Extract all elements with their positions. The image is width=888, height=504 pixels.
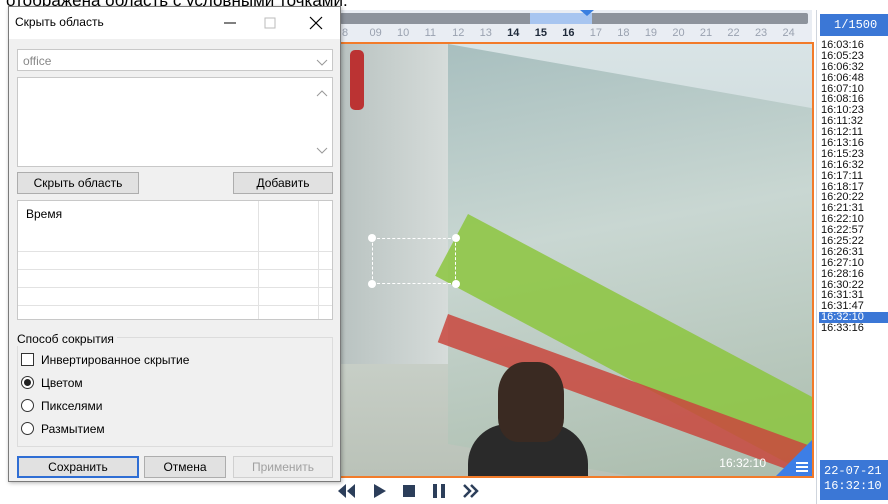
minimize-icon[interactable] [210, 7, 250, 39]
timeline-hour-label: 11 [424, 27, 436, 39]
timeline-hour-label: 15 [534, 27, 547, 39]
timestamp-item[interactable]: 16:06:48 [819, 72, 888, 84]
timeline-hour-label: 12 [452, 27, 465, 39]
scroll-up-icon[interactable] [316, 86, 328, 100]
roi-handle-bottom-right[interactable] [452, 280, 460, 288]
playback-controls [336, 478, 816, 504]
current-time: 16:32:10 [824, 479, 882, 493]
zone-select-value: office [23, 54, 52, 68]
timeline[interactable]: 8 09 10 11 12 13 14 15 16 17 18 19 20 21 22 23 24 [340, 10, 812, 42]
chevron-down-icon[interactable] [316, 56, 328, 70]
inverted-label: Инвертированное скрытие [41, 353, 190, 367]
timestamp-item[interactable]: 16:33:16 [819, 323, 888, 334]
stop-icon[interactable] [398, 482, 420, 500]
event-panel: 1/1500 16:03:16 16:05:23 16:06:32 16:06:48 1… [816, 10, 888, 504]
pause-icon[interactable] [428, 482, 450, 500]
radio-pixels-label: Пикселями [41, 399, 103, 413]
timeline-position-marker[interactable] [580, 10, 594, 16]
video-timestamp: 16:32:10 [719, 456, 766, 470]
dialog-title: Скрыть область [15, 15, 104, 29]
timeline-hour-label: 09 [369, 27, 382, 39]
grid-row-line [18, 305, 332, 306]
timestamp-item[interactable]: 16:17:11 [819, 170, 888, 182]
cancel-button[interactable]: Отмена [144, 456, 226, 478]
hide-area-button[interactable]: Скрыть область [17, 172, 139, 194]
timeline-hour-label: 21 [699, 27, 713, 39]
timestamp-item[interactable]: 16:28:16 [819, 268, 888, 280]
timeline-hour-labels: 8 09 10 11 12 13 14 15 16 17 18 19 20 21 22 23 24 [340, 27, 812, 41]
timeline-hour-label: 24 [782, 27, 795, 39]
video-frame[interactable]: 16:32:10 [336, 42, 814, 478]
radio-blur[interactable] [21, 422, 34, 435]
menu-icon[interactable] [796, 462, 808, 472]
zone-select[interactable]: office [17, 49, 333, 71]
current-date: 22-07-21 [824, 464, 882, 478]
hide-area-dialog: Скрыть область office Скрыть область Доб… [8, 6, 341, 482]
timeline-hour-label: 18 [617, 27, 630, 39]
timeline-hour-label: 19 [644, 27, 658, 39]
timeline-hour-label: 8 [342, 27, 349, 39]
add-button[interactable]: Добавить [233, 172, 333, 194]
inverted-checkbox[interactable] [21, 353, 34, 366]
hidden-area-rectangle[interactable] [368, 234, 460, 288]
radio-blur-label: Размытием [41, 422, 105, 436]
radio-color[interactable] [21, 376, 34, 389]
timeline-hour-label: 13 [479, 27, 492, 39]
timeline-hour-label: 22 [727, 27, 740, 39]
fast-forward-icon[interactable] [460, 482, 482, 500]
timeline-hour-label: 20 [672, 27, 685, 39]
grid-divider [318, 201, 319, 319]
timestamp-list[interactable]: 16:03:16 16:05:23 16:06:32 16:06:48 16:07:10… [819, 40, 888, 460]
apply-button[interactable]: Применить [233, 456, 333, 478]
save-button[interactable]: Сохранить [17, 456, 139, 478]
close-icon[interactable] [296, 7, 336, 39]
area-list-box[interactable] [17, 77, 333, 167]
scroll-down-icon[interactable] [316, 144, 328, 158]
timeline-hour-label: 23 [754, 27, 768, 39]
maximize-icon[interactable] [250, 7, 290, 39]
timeline-hour-label: 14 [507, 27, 520, 39]
time-grid[interactable]: Время [17, 200, 333, 320]
play-icon[interactable] [368, 482, 390, 500]
timeline-hour-label: 17 [589, 27, 602, 39]
current-datetime: 22-07-21 16:32:10 [820, 460, 888, 500]
radio-color-label: Цветом [41, 376, 83, 390]
roi-handle-top-left[interactable] [368, 234, 376, 242]
grid-divider [258, 201, 259, 319]
roi-handle-bottom-left[interactable] [368, 280, 376, 288]
grid-row-line [18, 287, 332, 288]
grid-row-line [18, 251, 332, 252]
rewind-icon[interactable] [336, 482, 358, 500]
radio-pixels[interactable] [21, 399, 34, 412]
frame-counter: 1/1500 [820, 14, 888, 36]
video-person-head [498, 362, 564, 442]
video-person-far [350, 50, 364, 110]
timeline-hour-label: 10 [397, 27, 410, 39]
dialog-titlebar[interactable]: Скрыть область [9, 7, 340, 39]
hide-method-label: Способ сокрытия [17, 332, 117, 346]
grid-header-time: Время [26, 207, 63, 221]
timeline-hour-label: 16 [562, 27, 575, 39]
grid-row-line [18, 269, 332, 270]
roi-handle-top-right[interactable] [452, 234, 460, 242]
